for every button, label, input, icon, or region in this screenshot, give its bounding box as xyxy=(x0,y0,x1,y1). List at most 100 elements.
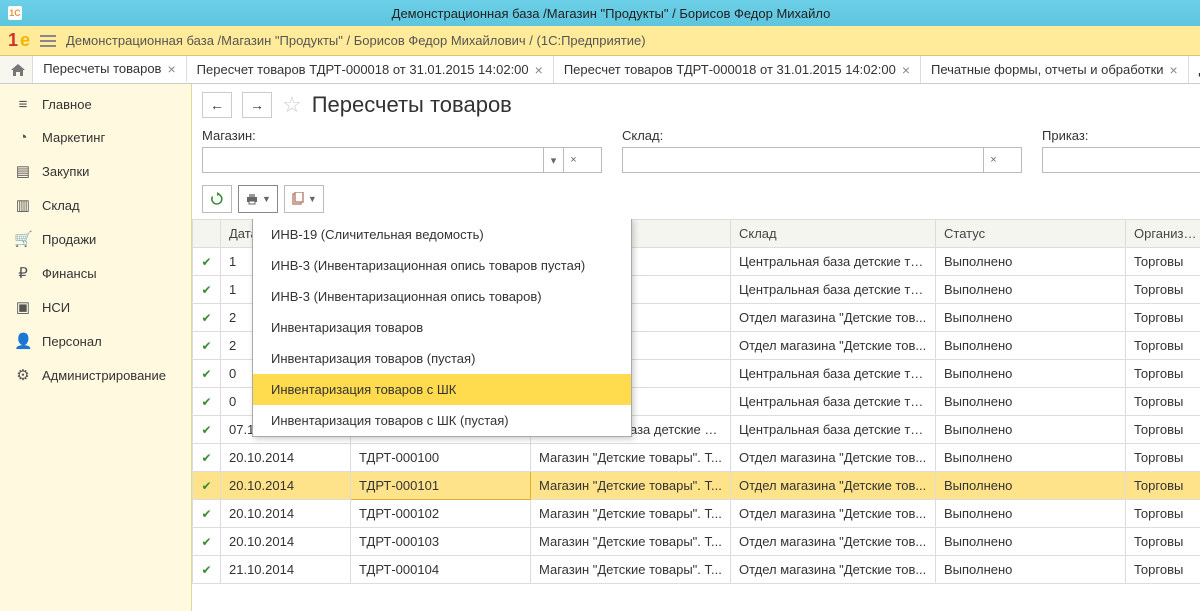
warehouse-clear-button[interactable]: × xyxy=(983,148,1003,172)
cell-status: Выполнено xyxy=(936,360,1126,388)
table-row[interactable]: ✔21.10.2014ТДРТ-000104Магазин "Детские т… xyxy=(193,556,1200,584)
order-filter-input[interactable] xyxy=(1042,147,1200,173)
tab-0[interactable]: Пересчеты товаров× xyxy=(33,56,186,83)
cell-icon: ✔ xyxy=(193,332,221,360)
sidebar-label: Главное xyxy=(42,97,92,112)
doc-icon: ✔ xyxy=(201,535,211,549)
cell-status: Выполнено xyxy=(936,276,1126,304)
actions-button[interactable]: ▼ xyxy=(284,185,324,213)
column-header[interactable] xyxy=(193,220,221,248)
warehouse-input[interactable] xyxy=(623,148,983,172)
column-header[interactable]: Склад xyxy=(731,220,936,248)
cell-wh: Центральная база детские то... xyxy=(731,388,936,416)
cell-org: Торговы xyxy=(1126,556,1200,584)
cell-status: Выполнено xyxy=(936,556,1126,584)
store-clear-button[interactable]: × xyxy=(563,148,583,172)
sidebar-item-6[interactable]: ▣НСИ xyxy=(0,290,191,324)
tab-4[interactable]: Доп xyxy=(1189,56,1200,83)
doc-icon: ✔ xyxy=(201,507,211,521)
dropdown-item-4[interactable]: Инвентаризация товаров (пустая) xyxy=(253,343,631,374)
warehouse-filter-input[interactable]: × xyxy=(622,147,1022,173)
sidebar-item-1[interactable]: ◔Маркетинг xyxy=(0,121,191,154)
print-button[interactable]: ▼ xyxy=(238,185,278,213)
sidebar-item-5[interactable]: ₽Финансы xyxy=(0,256,191,290)
tabs-bar: Пересчеты товаров×Пересчет товаров ТДРТ-… xyxy=(0,56,1200,84)
os-title: Демонстрационная база /Магазин "Продукты… xyxy=(30,6,1192,21)
doc-icon: ✔ xyxy=(201,283,211,297)
store-dropdown-button[interactable]: ▾ xyxy=(543,148,563,172)
cell-status: Выполнено xyxy=(936,416,1126,444)
cell-org: Торговы xyxy=(1126,332,1200,360)
hamburger-icon[interactable] xyxy=(40,35,56,47)
order-input[interactable] xyxy=(1043,148,1200,172)
cell-store: Магазин "Детские товары". Т... xyxy=(531,556,731,584)
sidebar-item-7[interactable]: 👤 Персонал xyxy=(0,324,191,358)
sidebar-icon: ⚙ xyxy=(14,366,32,384)
sidebar-item-2[interactable]: ▤ Закупки xyxy=(0,154,191,188)
home-tab[interactable] xyxy=(4,56,33,83)
table-row[interactable]: ✔20.10.2014ТДРТ-000102Магазин "Детские т… xyxy=(193,500,1200,528)
nav-forward-button[interactable]: → xyxy=(242,92,272,118)
cell-icon: ✔ xyxy=(193,556,221,584)
close-icon[interactable]: × xyxy=(535,62,543,78)
breadcrumb: Демонстрационная база /Магазин "Продукты… xyxy=(66,33,646,48)
cell-icon: ✔ xyxy=(193,360,221,388)
doc-icon: ✔ xyxy=(201,339,211,353)
cell-store: Магазин "Детские товары". Т... xyxy=(531,500,731,528)
favorite-star-icon[interactable]: ☆ xyxy=(282,92,302,118)
logo: 1e xyxy=(8,30,30,51)
close-icon[interactable]: × xyxy=(167,61,175,77)
dropdown-item-2[interactable]: ИНВ-3 (Инвентаризационная опись товаров) xyxy=(253,281,631,312)
cell-wh: Отдел магазина "Детские тов... xyxy=(731,444,936,472)
dropdown-item-1[interactable]: ИНВ-3 (Инвентаризационная опись товаров … xyxy=(253,250,631,281)
cell-org: Торговы xyxy=(1126,304,1200,332)
store-filter-input[interactable]: ▾ × xyxy=(202,147,602,173)
cell-icon: ✔ xyxy=(193,248,221,276)
tab-3[interactable]: Печатные формы, отчеты и обработки× xyxy=(921,56,1189,83)
cell-store: Магазин "Детские товары". Т... xyxy=(531,472,731,500)
close-icon[interactable]: × xyxy=(1170,62,1178,78)
table-row[interactable]: ✔20.10.2014ТДРТ-000103Магазин "Детские т… xyxy=(193,528,1200,556)
store-filter-label: Магазин: xyxy=(202,128,602,143)
cell-org: Торговы xyxy=(1126,416,1200,444)
dropdown-item-6[interactable]: Инвентаризация товаров с ШК (пустая) xyxy=(253,405,631,436)
sidebar-item-0[interactable]: ≡Главное xyxy=(0,88,191,121)
sidebar-icon: 🛒 xyxy=(14,230,32,248)
cell-num: ТДРТ-000104 xyxy=(351,556,531,584)
sidebar-icon: 👤 xyxy=(14,332,32,350)
dropdown-item-0[interactable]: ИНВ-19 (Сличительная ведомость) xyxy=(253,219,631,250)
nav-back-button[interactable]: ← xyxy=(202,92,232,118)
cell-date: 20.10.2014 xyxy=(221,472,351,500)
sidebar-icon: ▥ xyxy=(14,196,32,214)
table-row[interactable]: ✔20.10.2014ТДРТ-000101Магазин "Детские т… xyxy=(193,472,1200,500)
actions-icon xyxy=(291,192,305,206)
cell-num: ТДРТ-000101 xyxy=(351,472,531,500)
column-header[interactable]: Статус xyxy=(936,220,1126,248)
doc-icon: ✔ xyxy=(201,311,211,325)
cell-status: Выполнено xyxy=(936,304,1126,332)
close-icon[interactable]: × xyxy=(902,62,910,78)
sidebar: ≡Главное◔Маркетинг ▤ Закупки ▥Склад🛒Продажи… xyxy=(0,84,192,611)
store-input[interactable] xyxy=(203,148,543,172)
sidebar-item-8[interactable]: ⚙Администрирование xyxy=(0,358,191,392)
dropdown-item-5[interactable]: Инвентаризация товаров с ШК xyxy=(253,374,631,405)
tab-2[interactable]: Пересчет товаров ТДРТ-000018 от 31.01.20… xyxy=(554,56,921,83)
sidebar-icon: ₽ xyxy=(14,264,32,282)
sidebar-icon: ▤ xyxy=(14,162,32,180)
cell-org: Торговы xyxy=(1126,444,1200,472)
column-header[interactable]: Организация xyxy=(1126,220,1200,248)
cell-date: 20.10.2014 xyxy=(221,444,351,472)
sidebar-label: Закупки xyxy=(42,164,89,179)
dropdown-item-3[interactable]: Инвентаризация товаров xyxy=(253,312,631,343)
table-row[interactable]: ✔20.10.2014ТДРТ-000100Магазин "Детские т… xyxy=(193,444,1200,472)
tab-1[interactable]: Пересчет товаров ТДРТ-000018 от 31.01.20… xyxy=(187,56,554,83)
sidebar-item-4[interactable]: 🛒Продажи xyxy=(0,222,191,256)
caret-down-icon: ▼ xyxy=(308,194,317,204)
home-icon xyxy=(10,63,26,77)
cell-num: ТДРТ-000100 xyxy=(351,444,531,472)
sidebar-icon: ◔ xyxy=(14,129,32,146)
sidebar-label: Персонал xyxy=(42,334,102,349)
tab-label: Пересчет товаров ТДРТ-000018 от 31.01.20… xyxy=(564,62,896,77)
sidebar-item-3[interactable]: ▥Склад xyxy=(0,188,191,222)
refresh-button[interactable] xyxy=(202,185,232,213)
